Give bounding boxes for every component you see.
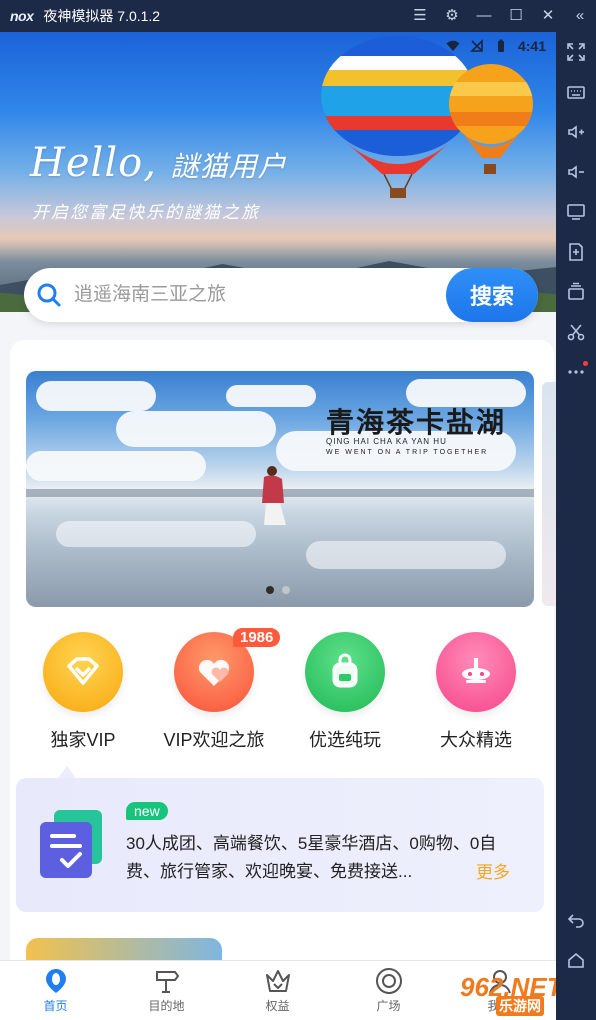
multi-instance-icon[interactable]: [556, 272, 596, 312]
airplane-icon: [436, 632, 516, 712]
volume-up-icon[interactable]: [556, 112, 596, 152]
hero-greeting: Hello, 謎猫用户: [30, 140, 287, 186]
scissors-icon[interactable]: [556, 312, 596, 352]
category-premium-play[interactable]: 优选纯玩: [280, 632, 410, 752]
close-icon[interactable]: ✕: [532, 0, 564, 32]
target-icon: [375, 968, 402, 994]
more-link[interactable]: 更多: [476, 858, 510, 883]
tab-plaza[interactable]: 广场: [333, 961, 444, 1020]
keyboard-icon[interactable]: [556, 72, 596, 112]
pagination-dot-active[interactable]: [266, 586, 274, 594]
gear-icon[interactable]: ⚙: [436, 0, 468, 32]
vip-description: 30人成团、高端餐饮、5星豪华酒店、0购物、0自费、旅行管家、欢迎晚宴、免费接送…: [126, 834, 497, 881]
banner-subtitle-2: WE WENT ON A TRIP TOGETHER: [326, 449, 489, 456]
category-label: 优选纯玩: [309, 730, 381, 750]
banner-pagination: [266, 586, 290, 594]
phone-screen: 4:41 Hello, 謎猫用户 开启您富足快乐的謎猫之旅 逍遥海南三亚之旅 搜…: [0, 32, 556, 1020]
category-label: 独家VIP: [50, 730, 116, 750]
emulator-toolbar: [556, 32, 596, 1020]
banner-subtitle: QING HAI CHA KA YAN HU: [326, 437, 447, 446]
signpost-icon: [155, 971, 179, 993]
collapse-icon[interactable]: «: [564, 0, 596, 32]
tab-label: 广场: [376, 999, 401, 1013]
volume-down-icon[interactable]: [556, 152, 596, 192]
tab-pointer: [58, 766, 76, 778]
tab-benefits[interactable]: 权益: [222, 961, 333, 1020]
search-icon: [37, 283, 61, 307]
search-bar: 搜索: [24, 268, 538, 322]
pagination-dot[interactable]: [282, 586, 290, 594]
window-controls: ☰ ⚙ — ☐ ✕ «: [404, 0, 596, 32]
document-check-icon: [40, 810, 102, 878]
search-button[interactable]: 搜索: [446, 268, 538, 322]
hero-greeting-user: 謎猫用户: [170, 150, 287, 183]
emulator-title-bar: nox 夜神模拟器 7.0.1.2 ☰ ⚙ — ☐ ✕ «: [0, 0, 596, 32]
maximize-icon[interactable]: ☐: [500, 0, 532, 32]
category-popular[interactable]: 大众精选: [411, 632, 541, 752]
screen-icon[interactable]: [556, 192, 596, 232]
category-row: 独家VIP 1986 VIP欢迎之旅 优选纯玩 大众精选: [16, 628, 546, 762]
tab-label: 权益: [265, 999, 290, 1013]
search-input[interactable]: [74, 284, 424, 306]
home-icon[interactable]: [556, 940, 596, 980]
minimize-icon[interactable]: —: [468, 0, 500, 32]
hero-tagline: 开启您富足快乐的謎猫之旅: [32, 203, 260, 223]
nox-logo: nox: [10, 8, 34, 24]
new-tag: new: [126, 802, 168, 820]
tab-destination[interactable]: 目的地: [111, 961, 222, 1020]
backpack-icon: [305, 632, 385, 712]
banner-person: [262, 466, 286, 525]
vip-diamond-icon: [43, 632, 123, 712]
banner-title: 青海茶卡盐湖: [326, 406, 507, 439]
tab-label: 目的地: [148, 999, 185, 1013]
hot-air-balloon-small: [449, 64, 533, 174]
status-time: 4:41: [517, 38, 546, 54]
category-label: VIP欢迎之旅: [163, 730, 265, 750]
promo-banner[interactable]: 青海茶卡盐湖 QING HAI CHA KA YAN HU WE WENT ON…: [26, 371, 534, 607]
site-watermark: 962.NET 乐游网: [452, 970, 556, 1020]
category-vip[interactable]: 独家VIP: [18, 632, 148, 752]
window-title: 夜神模拟器 7.0.1.2: [43, 8, 161, 24]
back-icon[interactable]: [556, 900, 596, 940]
watermark-name: 乐游网: [496, 996, 544, 1016]
home-pin-icon: [45, 969, 66, 993]
apk-install-icon[interactable]: [556, 232, 596, 272]
more-icon[interactable]: [556, 352, 596, 392]
tab-home[interactable]: 首页: [0, 961, 111, 1020]
battery-icon: [497, 39, 504, 52]
tab-label: 首页: [43, 999, 68, 1013]
next-banner-peek[interactable]: [542, 382, 556, 606]
menu-icon[interactable]: ☰: [404, 0, 436, 32]
crown-icon: [265, 970, 290, 992]
notification-badge: 1986: [233, 628, 281, 647]
category-label: 大众精选: [440, 730, 512, 750]
category-vip-welcome[interactable]: 1986 VIP欢迎之旅: [149, 628, 281, 752]
vip-info-card[interactable]: new 30人成团、高端餐饮、5星豪华酒店、0购物、0自费、旅行管家、欢迎晚宴、…: [16, 778, 544, 912]
fullscreen-icon[interactable]: [556, 32, 596, 72]
